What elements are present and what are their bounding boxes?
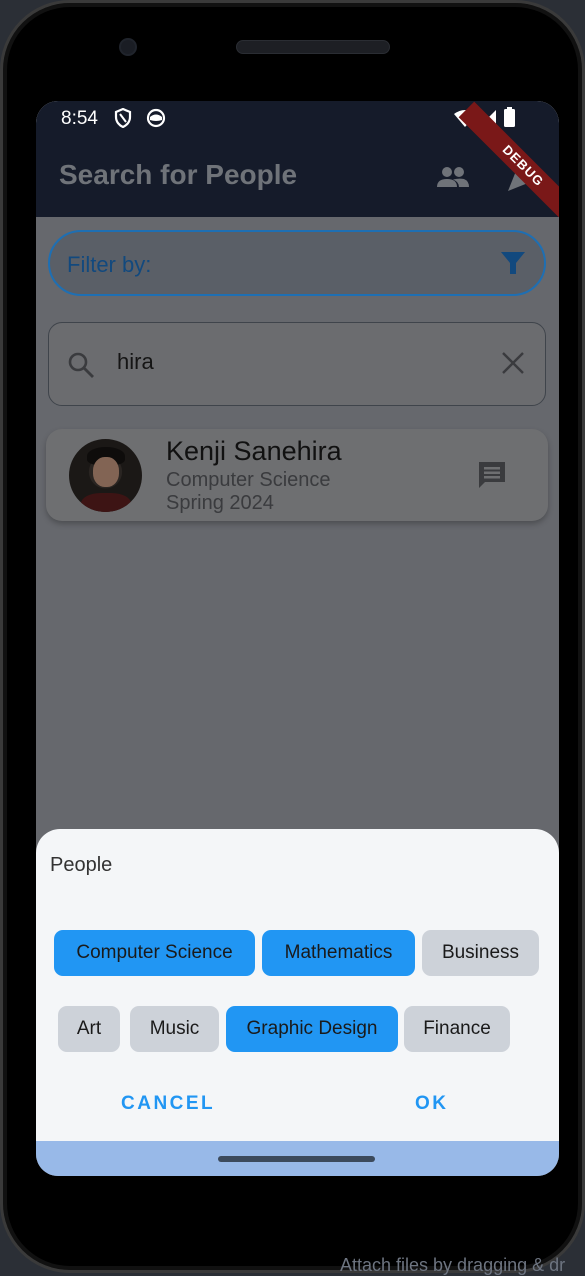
app-bar: Search for People DEBUG [36,101,559,231]
shield-icon [114,107,132,133]
status-time: 8:54 [61,108,98,129]
avatar [69,439,142,512]
search-field[interactable] [48,322,546,406]
earpiece-speaker [236,40,390,54]
search-input[interactable] [117,349,477,375]
people-icon [437,167,469,187]
filter-dropdown[interactable]: Filter by: [48,230,546,296]
chip-mathematics[interactable]: Mathematics [262,930,415,976]
message-icon[interactable] [476,459,508,496]
person-result-card[interactable]: Kenji Sanehira Computer Science Spring 2… [46,429,548,521]
page-title: Search for People [59,159,298,190]
person-name: Kenji Sanehira [166,436,342,466]
cat-face-icon [146,108,166,133]
phone-frame: 8:54 Search for People DEBUG Filter by: … [0,0,585,1273]
person-major: Computer Science [166,469,331,491]
app-screen: 8:54 Search for People DEBUG Filter by: … [36,101,559,1176]
close-icon[interactable] [501,351,525,380]
search-icon [67,351,95,384]
chip-finance[interactable]: Finance [404,1006,510,1052]
home-gesture-handle[interactable] [218,1156,375,1162]
chip-music[interactable]: Music [130,1006,219,1052]
people-button[interactable] [433,157,473,197]
filter-icon [500,250,526,281]
chip-graphic-design[interactable]: Graphic Design [226,1006,398,1052]
system-nav-bar [36,1141,559,1176]
ok-button[interactable]: OK [415,1093,449,1115]
front-camera [119,38,137,56]
chip-computer-science[interactable]: Computer Science [54,930,255,976]
battery-icon [504,107,515,132]
people-filter-dialog: People Computer Science Mathematics Busi… [36,829,559,1141]
filter-label: Filter by: [67,252,152,277]
cancel-button[interactable]: CANCEL [121,1093,215,1115]
chip-art[interactable]: Art [58,1006,120,1052]
dialog-title: People [50,854,113,876]
chip-business[interactable]: Business [422,930,539,976]
person-term: Spring 2024 [166,492,274,514]
